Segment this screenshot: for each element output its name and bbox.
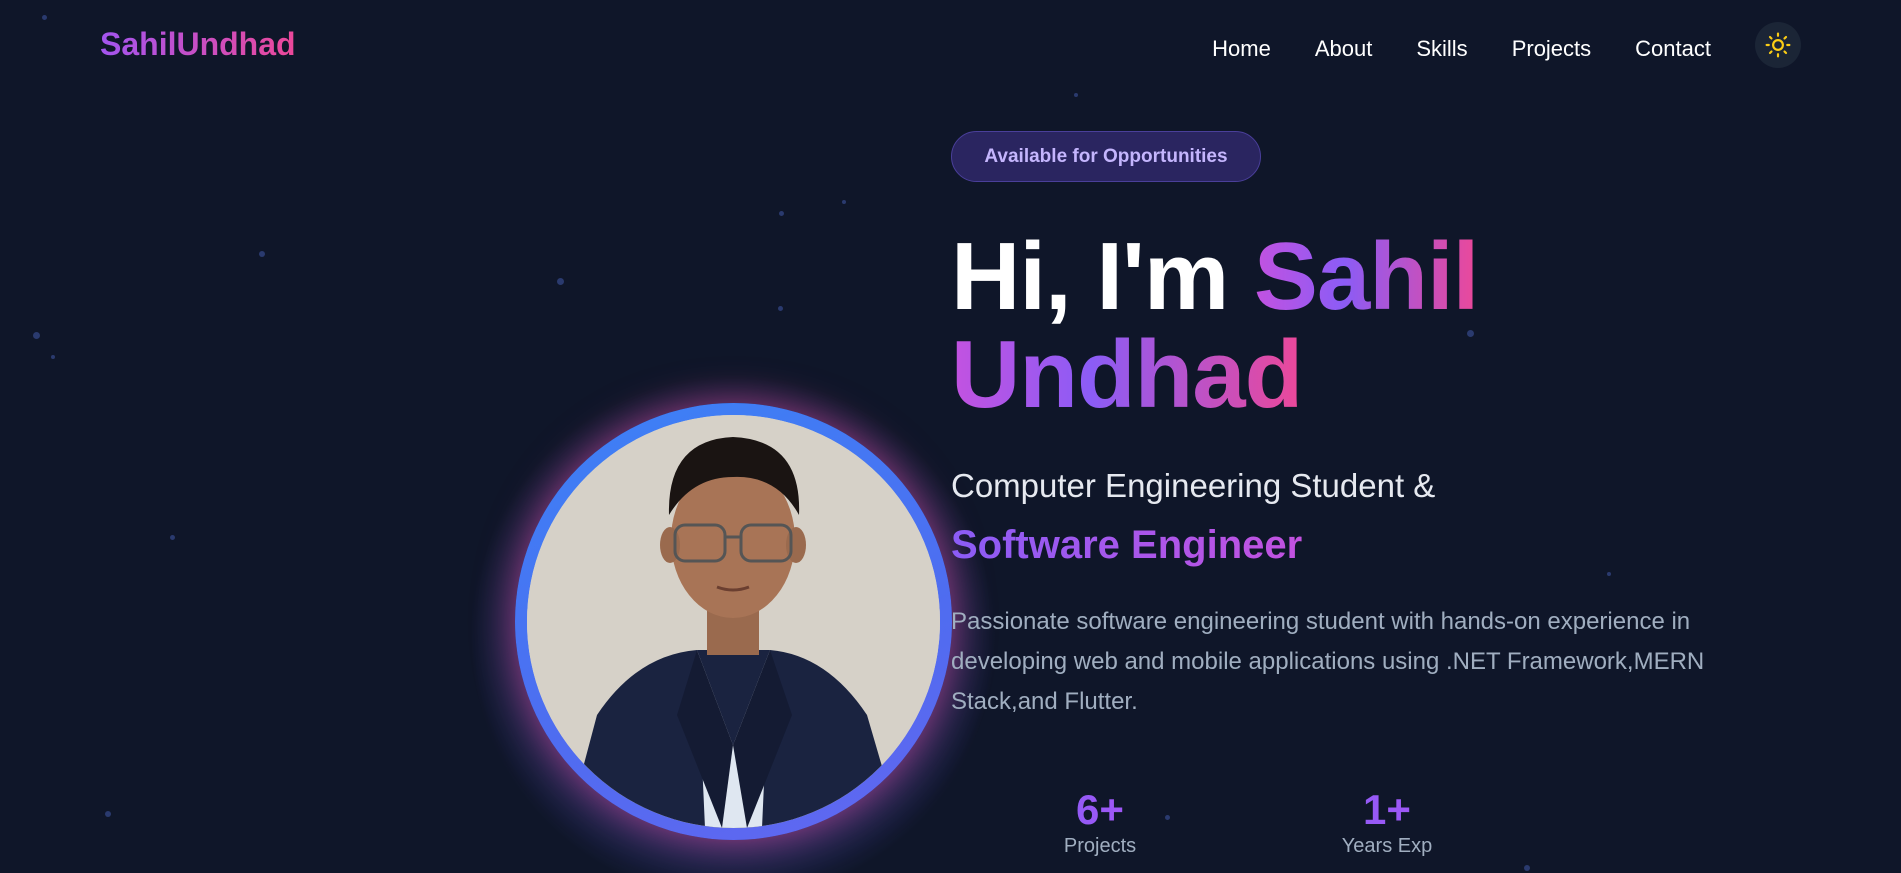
background-dot [51, 355, 55, 359]
stat-projects: 6+ Projects [1040, 787, 1160, 859]
background-dot [1165, 815, 1170, 820]
nav-link-contact[interactable]: Contact [1635, 34, 1711, 64]
hero-description: Passionate software engineering student … [951, 608, 1705, 715]
background-dot [778, 306, 783, 311]
background-dot [170, 535, 175, 540]
hero-subtitle: Computer Engineering Student & [951, 467, 1436, 504]
hero-last-name: Undhad [951, 321, 1303, 428]
background-dot [557, 278, 564, 285]
availability-badge: Available for Opportunities [951, 131, 1261, 182]
nav-link-about[interactable]: About [1315, 34, 1373, 64]
stat-label: Projects [1063, 835, 1137, 857]
nav-link-projects[interactable]: Projects [1512, 34, 1591, 64]
background-dot [105, 811, 111, 817]
hero-heading: Hi, I'm Sahil Undhad [951, 228, 1479, 424]
hero-role: Software Engineer [951, 523, 1303, 567]
sun-icon [1765, 32, 1791, 58]
background-dot [42, 15, 47, 20]
background-dot [33, 332, 40, 339]
background-dot [259, 251, 265, 257]
background-dot [1074, 93, 1078, 97]
theme-toggle-button[interactable] [1755, 22, 1801, 68]
hero-first-name: Sahil [1253, 223, 1479, 330]
stat-value: 6+ [1040, 787, 1160, 833]
profile-photo [527, 415, 940, 828]
stat-value: 1+ [1322, 787, 1452, 833]
main-nav: Home About Skills Projects Contact [1212, 22, 1801, 68]
stat-experience: 1+ Years Exp [1322, 787, 1452, 859]
hero-greeting: Hi, I'm [951, 223, 1229, 330]
background-dot [1524, 865, 1530, 871]
background-dot [779, 211, 784, 216]
background-dot [1607, 572, 1611, 576]
background-dot [842, 200, 846, 204]
nav-link-home[interactable]: Home [1212, 34, 1271, 64]
nav-link-skills[interactable]: Skills [1416, 34, 1467, 64]
stat-label: Years Exp [1341, 835, 1433, 857]
site-logo[interactable]: SahilUndhad [100, 26, 296, 63]
